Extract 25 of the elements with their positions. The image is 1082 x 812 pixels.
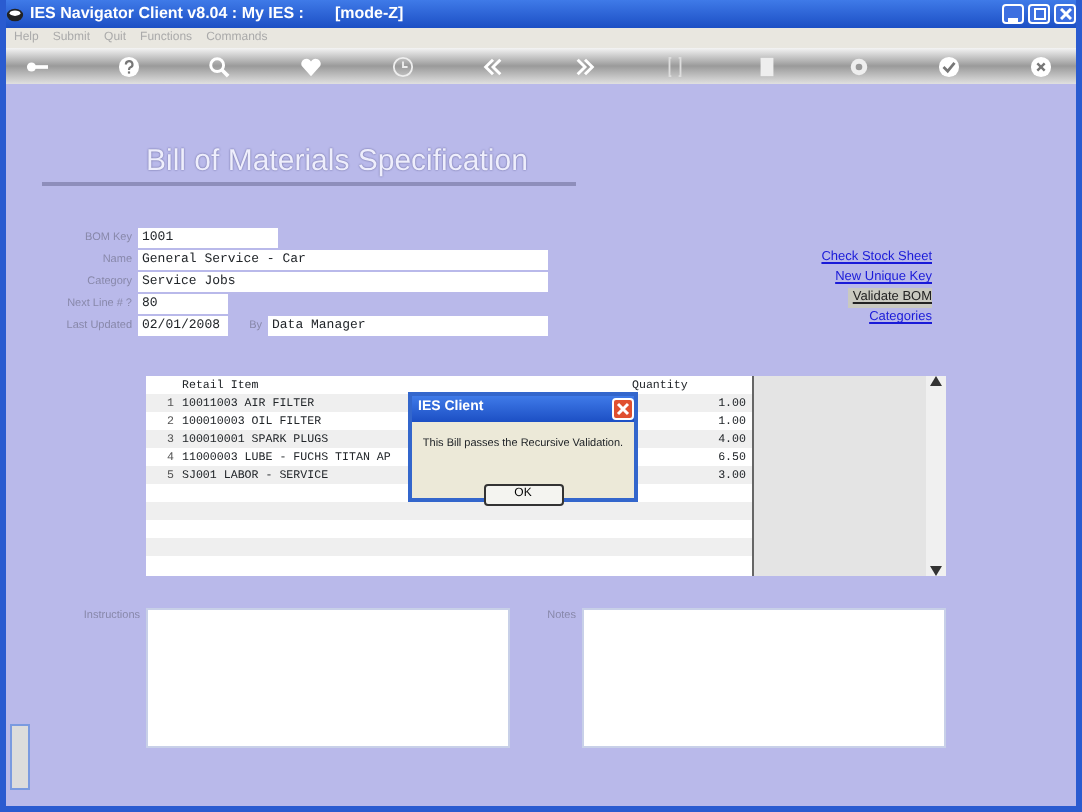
minimize-icon [1008,17,1018,21]
instructions-field[interactable] [146,608,510,748]
search-icon[interactable] [208,55,231,77]
maximize-icon [1033,8,1045,20]
close-button[interactable] [612,398,634,420]
help-icon[interactable] [117,55,140,77]
close-icon[interactable] [1029,55,1052,77]
heart-icon[interactable] [299,55,322,77]
app-icon [6,5,24,23]
up-arrow-icon[interactable] [930,376,942,386]
double-right-icon[interactable] [573,55,596,77]
check-icon[interactable] [938,55,961,77]
maximize-button[interactable] [1028,4,1050,24]
bracket-icon[interactable] [664,55,687,77]
down-arrow-icon[interactable] [930,566,942,576]
scrollbar[interactable] [926,376,946,576]
window-title: IES Navigator Client v8.04 : My IES : [mode-Z] [30,2,404,26]
clock-icon[interactable] [391,55,413,77]
side-tab[interactable] [10,724,30,790]
close-icon [1059,8,1071,20]
notes-field[interactable] [582,608,946,748]
close-button[interactable] [1054,4,1076,24]
close-icon [614,400,632,418]
double-left-icon[interactable] [482,55,505,77]
minimize-button[interactable] [1002,4,1024,24]
